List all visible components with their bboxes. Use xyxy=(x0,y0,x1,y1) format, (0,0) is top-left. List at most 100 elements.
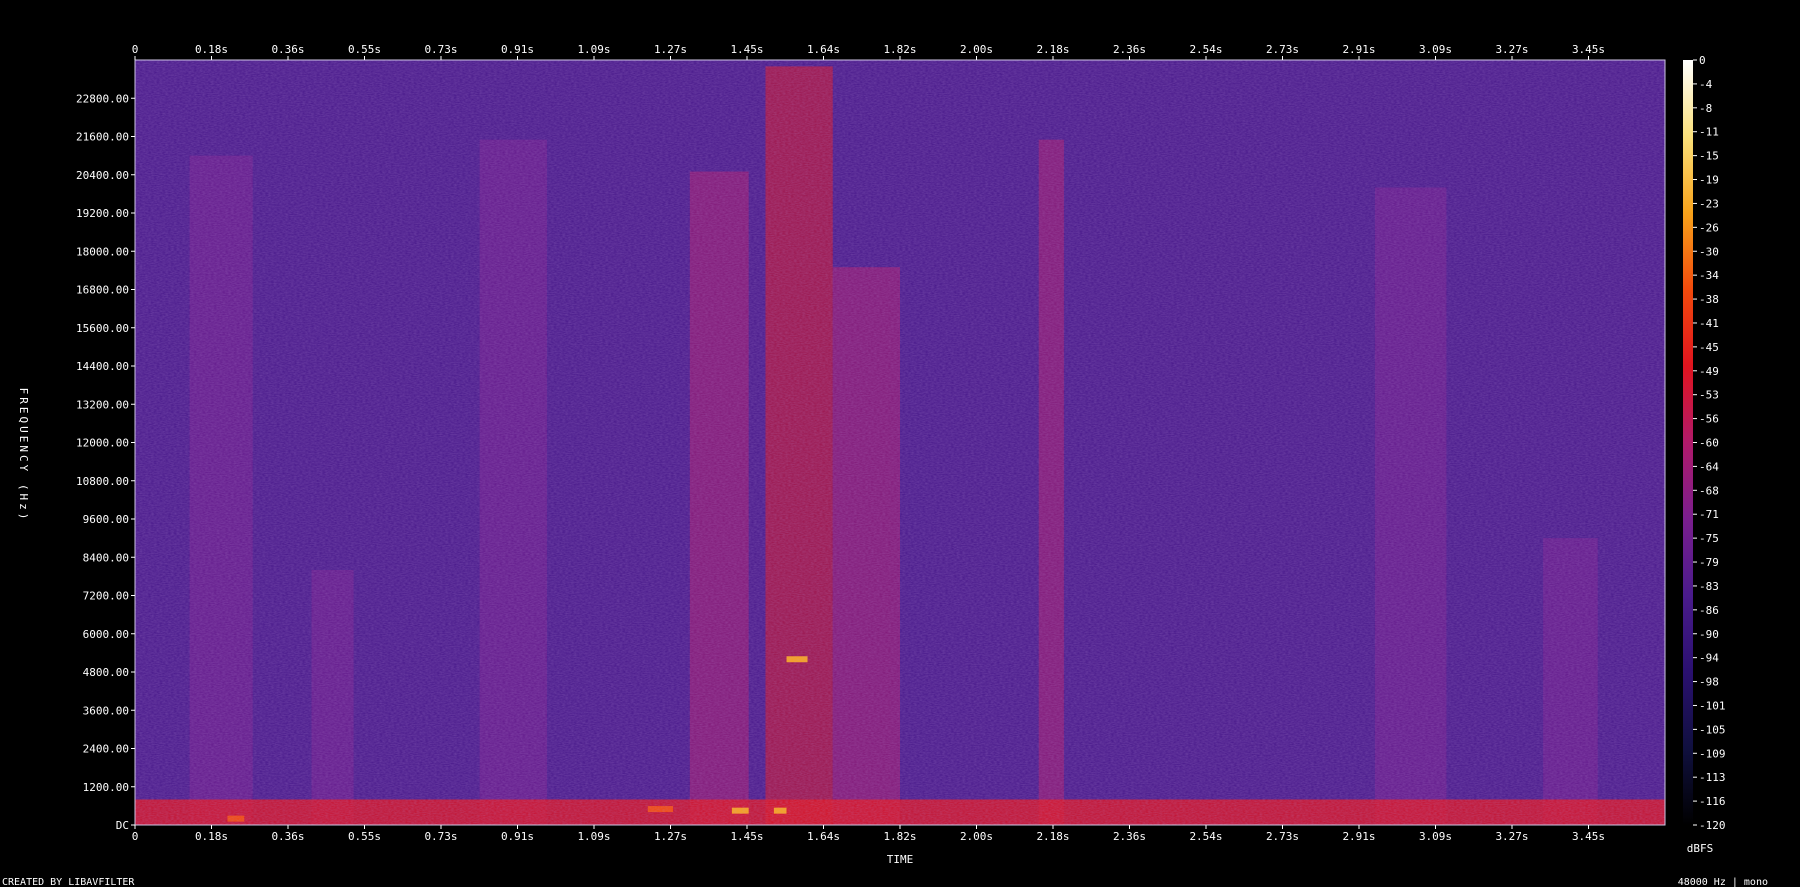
y-tick-label: 16800.00 xyxy=(76,284,129,297)
colorbar-tick-label: -79 xyxy=(1699,556,1719,569)
x-tick-label: 2.73s xyxy=(1266,830,1299,843)
spectrogram-noise-texture xyxy=(135,60,1665,825)
colorbar-tick-label: -53 xyxy=(1699,389,1719,402)
x-tick-label: 2.73s xyxy=(1266,43,1299,56)
y-tick-label: 3600.00 xyxy=(83,704,129,717)
x-tick-label: 1.09s xyxy=(577,43,610,56)
x-tick-label: 2.00s xyxy=(960,830,993,843)
y-tick-label: 6000.00 xyxy=(83,628,129,641)
y-tick-label: 9600.00 xyxy=(83,513,129,526)
x-tick-label: 2.00s xyxy=(960,43,993,56)
y-tick-label: 7200.00 xyxy=(83,590,129,603)
colorbar-tick-label: -64 xyxy=(1699,460,1719,473)
x-tick-label: 3.45s xyxy=(1572,43,1605,56)
y-tick-label: 15600.00 xyxy=(76,322,129,335)
y-tick-label: 19200.00 xyxy=(76,207,129,220)
colorbar-tick-label: -23 xyxy=(1699,197,1719,210)
x-tick-label: 3.09s xyxy=(1419,43,1452,56)
x-tick-label: 2.54s xyxy=(1189,830,1222,843)
y-tick-label: 18000.00 xyxy=(76,245,129,258)
colorbar-tick-label: -38 xyxy=(1699,293,1719,306)
x-tick-label: 1.45s xyxy=(730,830,763,843)
colorbar-tick-label: -116 xyxy=(1699,795,1726,808)
x-tick-label: 0.91s xyxy=(501,830,534,843)
y-tick-label: 13200.00 xyxy=(76,398,129,411)
x-tick-label: 2.18s xyxy=(1036,43,1069,56)
colorbar-tick-label: -19 xyxy=(1699,174,1719,187)
colorbar-tick-label: -94 xyxy=(1699,652,1719,665)
y-tick-label: 2400.00 xyxy=(83,743,129,756)
colorbar-tick-label: -4 xyxy=(1699,78,1713,91)
colorbar-tick-label: -15 xyxy=(1699,150,1719,163)
x-tick-label: 0 xyxy=(132,43,139,56)
x-tick-label: 0.55s xyxy=(348,830,381,843)
x-tick-label: 3.27s xyxy=(1495,830,1528,843)
y-tick-label: 12000.00 xyxy=(76,437,129,450)
x-tick-label: 0.18s xyxy=(195,830,228,843)
colorbar-ticks: 0 -4 -8 -11 -15 -19 -23 -26 -30 -34 -38 -41 -45 -49 -5… xyxy=(1693,54,1726,832)
colorbar-unit-label: dBFS xyxy=(1687,842,1714,855)
colorbar-tick-label: -86 xyxy=(1699,604,1719,617)
x-tick-label: 0.18s xyxy=(195,43,228,56)
x-tick-label: 2.36s xyxy=(1113,830,1146,843)
y-tick-label: 10800.00 xyxy=(76,475,129,488)
colorbar-tick-label: -90 xyxy=(1699,628,1719,641)
y-tick-label: DC xyxy=(116,819,129,832)
x-tick-label: 0.73s xyxy=(424,43,457,56)
y-tick-label: 1200.00 xyxy=(83,781,129,794)
x-tick-label: 1.09s xyxy=(577,830,610,843)
colorbar-tick-label: -109 xyxy=(1699,747,1726,760)
x-tick-label: 1.45s xyxy=(730,43,763,56)
y-tick-label: 4800.00 xyxy=(83,666,129,679)
colorbar-tick-label: -101 xyxy=(1699,699,1726,712)
colorbar-tick-label: -68 xyxy=(1699,484,1719,497)
x-tick-label: 0.91s xyxy=(501,43,534,56)
x-tick-label: 2.91s xyxy=(1342,830,1375,843)
colorbar-tick-label: -8 xyxy=(1699,102,1712,115)
colorbar-tick-label: -98 xyxy=(1699,676,1719,689)
x-tick-label: 1.82s xyxy=(883,830,916,843)
colorbar-tick-label: -120 xyxy=(1699,819,1726,832)
x-tick-label: 1.27s xyxy=(654,43,687,56)
x-axis-bottom: 0 0.18s 0.36s 0.55s 0.73s 0.91s 1.09s 1.27s 1.45… xyxy=(132,825,1605,843)
colorbar-tick-label: -34 xyxy=(1699,269,1719,282)
x-tick-label: 1.64s xyxy=(807,43,840,56)
x-tick-label: 2.36s xyxy=(1113,43,1146,56)
x-axis-title: TIME xyxy=(887,853,914,866)
colorbar-tick-label: -41 xyxy=(1699,317,1719,330)
colorbar-tick-label: -83 xyxy=(1699,580,1719,593)
x-tick-label: 0.36s xyxy=(271,43,304,56)
colorbar-tick-label: -113 xyxy=(1699,771,1726,784)
y-axis-title: FREQUENCY (Hz) xyxy=(17,388,30,523)
x-tick-label: 0.36s xyxy=(271,830,304,843)
x-tick-label: 0.55s xyxy=(348,43,381,56)
colorbar: 0 -4 -8 -11 -15 -19 -23 -26 -30 -34 -38 -41 -45 -49 -5… xyxy=(1683,54,1726,855)
x-tick-label: 0.73s xyxy=(424,830,457,843)
colorbar-tick-label: -11 xyxy=(1699,126,1719,139)
colorbar-tick-label: -26 xyxy=(1699,221,1719,234)
x-tick-label: 3.09s xyxy=(1419,830,1452,843)
x-tick-label: 0 xyxy=(132,830,139,843)
x-tick-label: 2.54s xyxy=(1189,43,1222,56)
x-tick-label: 3.27s xyxy=(1495,43,1528,56)
x-axis-top: 0 0.18s 0.36s 0.55s 0.73s 0.91s 1.09s 1.27s 1.45… xyxy=(132,43,1605,60)
y-tick-label: 8400.00 xyxy=(83,551,129,564)
colorbar-tick-label: -105 xyxy=(1699,723,1726,736)
footer-sample-info: 48000 Hz | mono xyxy=(1678,877,1768,887)
colorbar-gradient xyxy=(1683,60,1693,825)
y-tick-label: 14400.00 xyxy=(76,360,129,373)
y-tick-label: 22800.00 xyxy=(76,92,129,105)
colorbar-tick-label: -56 xyxy=(1699,413,1719,426)
colorbar-tick-label: -60 xyxy=(1699,437,1719,450)
y-tick-label: 20400.00 xyxy=(76,169,129,182)
x-tick-label: 1.27s xyxy=(654,830,687,843)
footer-credit: CREATED BY LIBAVFILTER xyxy=(2,877,135,887)
x-tick-label: 1.82s xyxy=(883,43,916,56)
y-tick-label: 21600.00 xyxy=(76,131,129,144)
x-tick-label: 2.91s xyxy=(1342,43,1375,56)
x-tick-label: 2.18s xyxy=(1036,830,1069,843)
spectrogram-figure: 0 0.18s 0.36s 0.55s 0.73s 0.91s 1.09s 1.27s 1.45… xyxy=(2,43,1768,887)
x-tick-label: 1.64s xyxy=(807,830,840,843)
colorbar-tick-label: -30 xyxy=(1699,245,1719,258)
y-axis: DC 1200.00 2400.00 3600.00 4800.00 6000.00 720… xyxy=(76,92,135,832)
